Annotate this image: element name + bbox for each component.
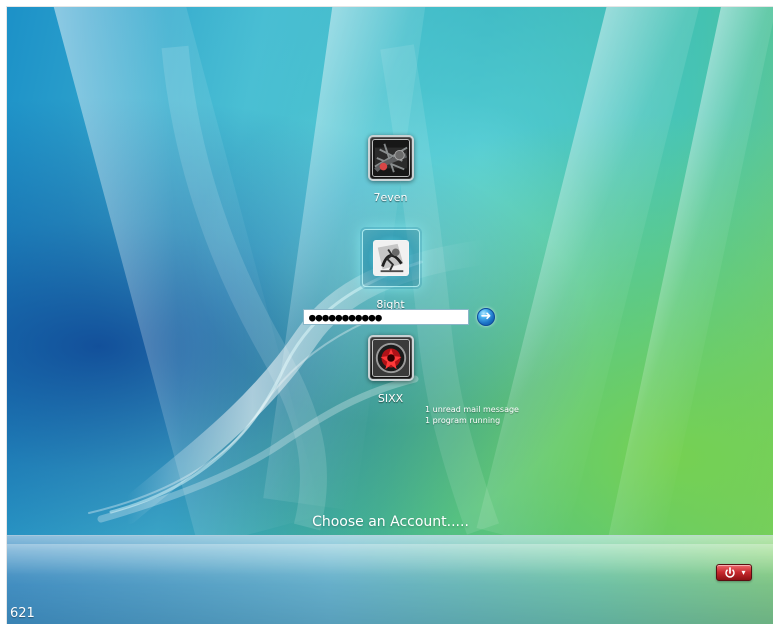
dark-mechanical-avatar-icon [371, 139, 410, 177]
power-icon [725, 567, 735, 578]
password-row: ●●●●●●●●●●● ➜ [303, 308, 499, 328]
arrow-right-icon[interactable]: ➜ [477, 308, 495, 326]
corner-number: 621 [10, 606, 35, 621]
chevron-down-icon: ▾ [741, 568, 746, 577]
red-emblem-avatar-icon [371, 339, 410, 377]
power-options-button[interactable]: ▾ [716, 564, 752, 581]
lower-reflection-band [7, 535, 773, 624]
account-7even-avatar[interactable] [367, 135, 414, 181]
sixx-status-mail: 1 unread mail message [425, 405, 519, 414]
account-name-7even[interactable]: 7even [7, 191, 773, 204]
account-8ight-avatar-selected[interactable] [361, 229, 420, 287]
choose-account-prompt: Choose an Account..... [312, 514, 469, 530]
account-sixx[interactable]: SIXX [7, 335, 773, 425]
account-8ight[interactable]: 8ight [7, 229, 773, 311]
comic-avatar-icon [372, 240, 409, 276]
account-name-sixx[interactable]: SIXX [7, 392, 773, 405]
login-screen: 7even 8ight ●●●●●●●●●●● ➜ SIXX 1 unread … [6, 6, 773, 624]
account-7even[interactable]: 7even [7, 135, 773, 207]
account-sixx-avatar[interactable] [367, 335, 414, 381]
password-input[interactable]: ●●●●●●●●●●● [303, 309, 469, 325]
sixx-status-programs: 1 program running [425, 416, 501, 425]
